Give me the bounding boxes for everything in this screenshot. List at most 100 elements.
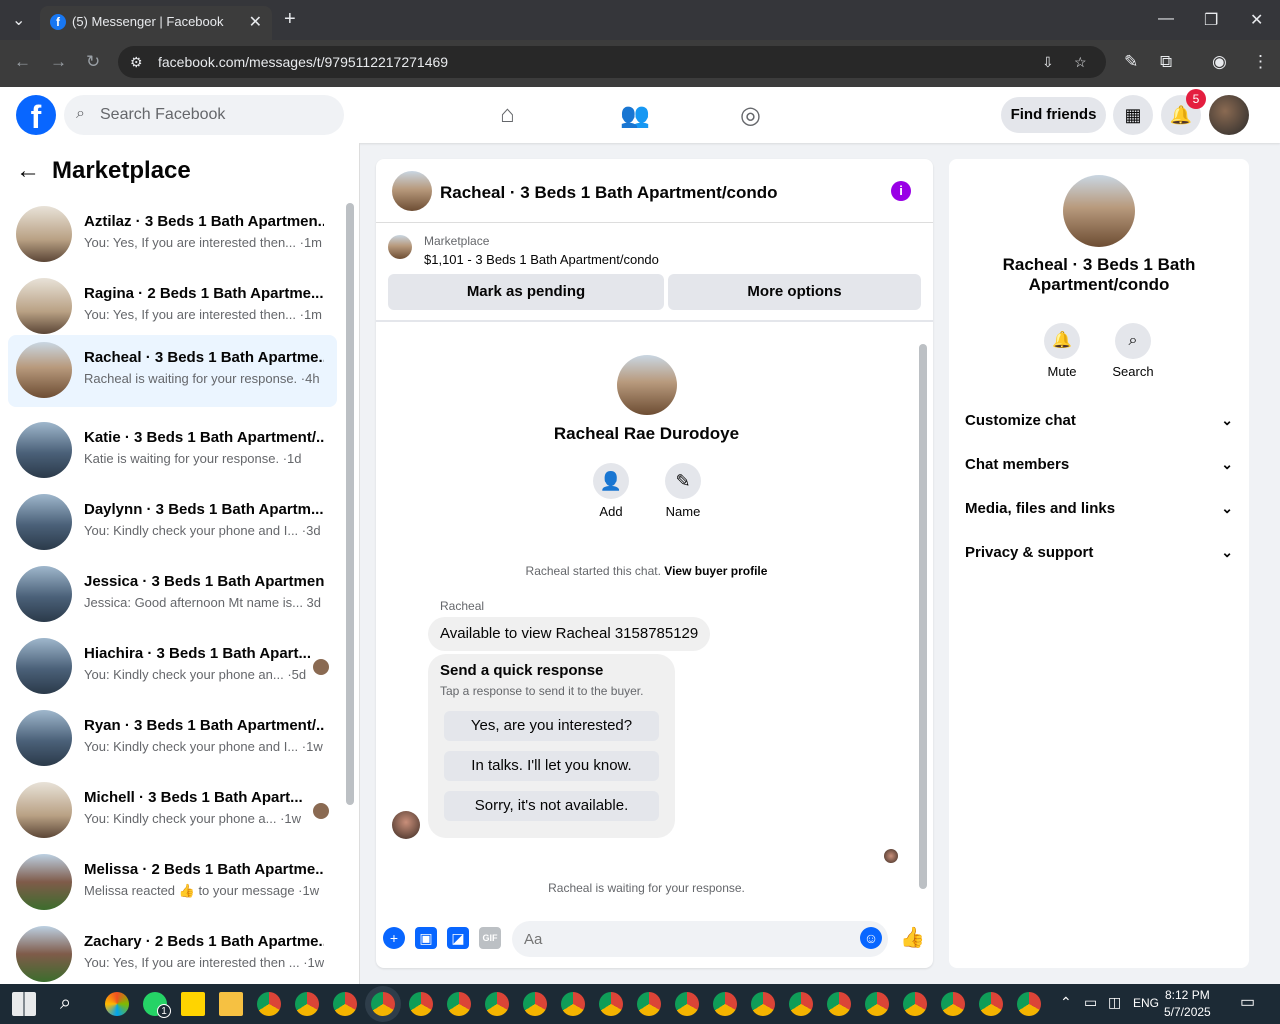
chrome-icon[interactable] xyxy=(675,992,699,1016)
menu-grid-icon[interactable]: ▦ xyxy=(1113,95,1153,135)
chrome-icon[interactable] xyxy=(485,992,509,1016)
friends-icon[interactable]: 👥 xyxy=(620,101,650,130)
close-tab-icon[interactable]: ✕ xyxy=(249,12,262,32)
conversation-name: Ryan · 3 Beds 1 Bath Apartment/... xyxy=(84,717,324,734)
chat-title[interactable]: Racheal · 3 Beds 1 Bath Apartment/condo xyxy=(440,183,778,203)
quick-reply-button[interactable]: Yes, are you interested? xyxy=(444,711,659,741)
install-app-icon[interactable]: ⇩ xyxy=(1042,54,1054,71)
quick-reply-button[interactable]: In talks. I'll let you know. xyxy=(444,751,659,781)
groups-icon[interactable]: ◎ xyxy=(740,101,761,130)
reload-icon[interactable]: ↻ xyxy=(86,52,100,72)
conversation-item[interactable]: Jessica · 3 Beds 1 Bath Apartmen... Jess… xyxy=(8,559,337,629)
conversation-item[interactable]: Ragina · 2 Beds 1 Bath Apartme... You: Y… xyxy=(8,271,337,341)
message-input[interactable] xyxy=(512,921,888,957)
chrome-icon[interactable] xyxy=(257,992,281,1016)
home-icon[interactable]: ⌂ xyxy=(500,101,515,129)
customize-chat-row[interactable]: Customize chat ⌄ xyxy=(965,412,1233,429)
privacy-support-row[interactable]: Privacy & support ⌄ xyxy=(965,544,1233,561)
file-explorer-icon[interactable] xyxy=(219,992,243,1016)
listing-price-title[interactable]: $1,101 - 3 Beds 1 Bath Apartment/condo xyxy=(424,252,659,267)
conversation-item[interactable]: Daylynn · 3 Beds 1 Bath Apartm... You: K… xyxy=(8,487,337,557)
forward-icon[interactable]: → xyxy=(50,52,67,72)
conversation-item[interactable]: Hiachira · 3 Beds 1 Bath Apart... You: K… xyxy=(8,631,337,701)
section-label: Media, files and links xyxy=(965,500,1116,517)
address-bar[interactable]: ⚙ facebook.com/messages/t/97951122172714… xyxy=(118,46,1106,78)
back-arrow-icon[interactable]: ← xyxy=(16,157,40,184)
account-avatar[interactable] xyxy=(1209,95,1249,135)
thumbs-up-icon[interactable]: 👍 xyxy=(900,927,925,949)
emoji-icon[interactable]: ☺ xyxy=(860,927,882,949)
language-indicator[interactable]: ENG xyxy=(1133,996,1159,1010)
chrome-icon[interactable] xyxy=(409,992,433,1016)
chat-members-row[interactable]: Chat members ⌄ xyxy=(965,456,1233,473)
conversation-item[interactable]: Aztilaz · 3 Beds 1 Bath Apartmen... You:… xyxy=(8,199,337,269)
chrome-icon[interactable] xyxy=(599,992,623,1016)
conversation-item[interactable]: Melissa · 2 Beds 1 Bath Apartme... Melis… xyxy=(8,847,337,917)
system-clock[interactable]: 8:12 PM 5/7/2025 xyxy=(1164,987,1211,1021)
chrome-icon[interactable] xyxy=(295,992,319,1016)
conversation-item[interactable]: Michell · 3 Beds 1 Bath Apart... You: Ki… xyxy=(8,775,337,845)
chrome-icon[interactable] xyxy=(333,992,357,1016)
conversation-item[interactable]: Ryan · 3 Beds 1 Bath Apartment/... You: … xyxy=(8,703,337,773)
more-options-button[interactable]: More options xyxy=(668,274,921,310)
chrome-icon[interactable] xyxy=(1017,992,1041,1016)
windows-start-icon[interactable] xyxy=(12,992,36,1016)
chrome-icon[interactable] xyxy=(447,992,471,1016)
photo-icon[interactable]: ▣ xyxy=(415,927,437,949)
info-icon[interactable]: i xyxy=(891,181,911,201)
menu-icon[interactable]: ⋮ xyxy=(1252,52,1269,72)
chat-scrollbar[interactable] xyxy=(919,344,927,889)
extensions-icon[interactable]: ⧉ xyxy=(1160,52,1172,72)
conversation-item-selected[interactable]: Racheal · 3 Beds 1 Bath Apartme... Rache… xyxy=(8,335,337,407)
view-buyer-profile-link[interactable]: View buyer profile xyxy=(664,564,767,578)
message-composer: + ▣ ◪ GIF ☺ 👍 xyxy=(376,919,933,959)
gif-icon[interactable]: GIF xyxy=(479,927,501,949)
chrome-icon[interactable] xyxy=(827,992,851,1016)
chrome-icon[interactable] xyxy=(789,992,813,1016)
tray-chevron-icon[interactable]: ⌃ xyxy=(1060,994,1072,1011)
notification-center-icon[interactable]: ▭ xyxy=(1240,992,1255,1012)
back-icon[interactable]: ← xyxy=(14,52,31,72)
mute-bell-icon[interactable]: 🔔 xyxy=(1044,323,1080,359)
chrome-icon[interactable] xyxy=(979,992,1003,1016)
maximize-icon[interactable]: ❐ xyxy=(1204,10,1218,30)
network-icon[interactable]: ▭ xyxy=(1084,994,1097,1011)
find-friends-button[interactable]: Find friends xyxy=(1001,97,1106,133)
volume-icon[interactable]: ◫ xyxy=(1108,994,1121,1011)
facebook-logo-icon[interactable]: f xyxy=(16,95,56,135)
site-info-icon[interactable]: ⚙ xyxy=(130,54,143,71)
chrome-icon[interactable] xyxy=(523,992,547,1016)
chrome-icon[interactable] xyxy=(751,992,775,1016)
chrome-icon[interactable] xyxy=(561,992,585,1016)
sticker-icon[interactable]: ◪ xyxy=(447,927,469,949)
sticky-notes-icon[interactable] xyxy=(181,992,205,1016)
conversation-item[interactable]: Zachary · 2 Beds 1 Bath Apartme... You: … xyxy=(8,919,337,989)
conversation-item[interactable]: Katie · 3 Beds 1 Bath Apartment/... Kati… xyxy=(8,415,337,485)
add-person-icon[interactable]: 👤 xyxy=(593,463,629,499)
search-icon[interactable]: ⌕ xyxy=(60,992,84,1016)
profile-icon[interactable]: ◉ xyxy=(1212,52,1227,72)
chrome-icon-active[interactable] xyxy=(371,992,395,1016)
sidebar-scrollbar[interactable] xyxy=(346,203,354,805)
chrome-icon[interactable] xyxy=(941,992,965,1016)
new-tab-icon[interactable]: + xyxy=(284,8,296,31)
search-icon[interactable]: ⌕ xyxy=(1115,323,1151,359)
copilot-icon[interactable] xyxy=(105,992,129,1016)
browser-tab[interactable]: f (5) Messenger | Facebook ✕ xyxy=(40,6,272,40)
pen-icon[interactable]: ✎ xyxy=(1124,52,1138,72)
plus-icon[interactable]: + xyxy=(383,927,405,949)
media-files-links-row[interactable]: Media, files and links ⌄ xyxy=(965,500,1233,517)
chrome-icon[interactable] xyxy=(903,992,927,1016)
chrome-icon[interactable] xyxy=(713,992,737,1016)
search-box[interactable]: ⌕ Search Facebook xyxy=(64,95,344,135)
mark-as-pending-button[interactable]: Mark as pending xyxy=(388,274,664,310)
tab-search-icon[interactable]: ⌄ xyxy=(12,10,25,30)
bookmark-star-icon[interactable]: ☆ xyxy=(1074,54,1087,71)
chrome-icon[interactable] xyxy=(865,992,889,1016)
close-window-icon[interactable]: ✕ xyxy=(1250,10,1263,30)
minimize-icon[interactable]: — xyxy=(1158,10,1174,28)
chat-header-avatar[interactable] xyxy=(392,171,432,211)
chrome-icon[interactable] xyxy=(637,992,661,1016)
edit-name-icon[interactable]: ✎ xyxy=(665,463,701,499)
quick-reply-button[interactable]: Sorry, it's not available. xyxy=(444,791,659,821)
